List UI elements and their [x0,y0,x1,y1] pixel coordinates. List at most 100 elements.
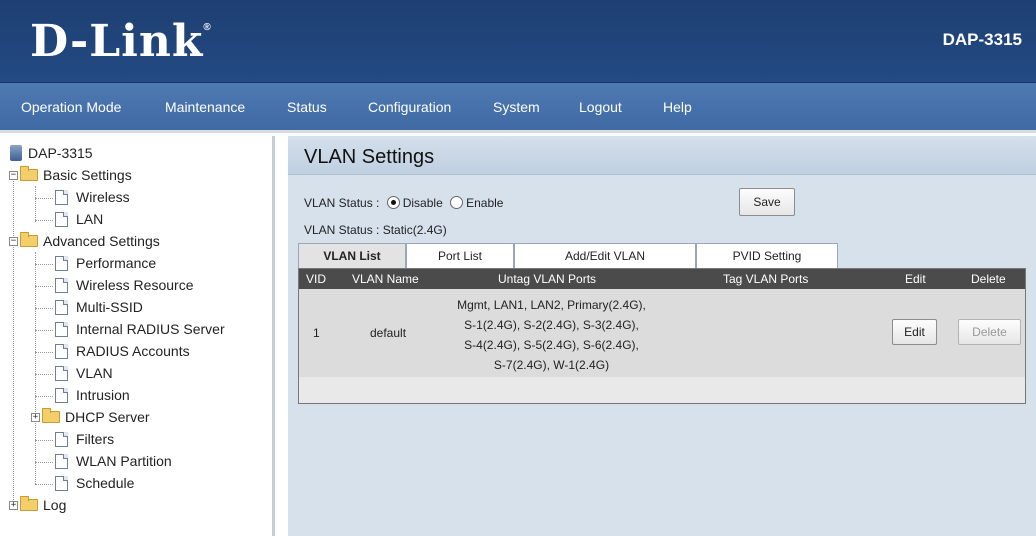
folder-open-icon [20,166,38,181]
tab-bar: VLAN List Port List Add/Edit VLAN PVID S… [298,243,838,268]
edit-button[interactable]: Edit [892,319,937,345]
dlink-logo: D-Link® [30,16,212,67]
tree-label: DAP-3315 [28,145,93,161]
vlan-status-text: VLAN Status : Static(2.4G) [304,223,447,237]
tab-vlan-list[interactable]: VLAN List [298,243,406,268]
tree-label: RADIUS Accounts [76,343,190,359]
collapse-icon[interactable]: − [9,236,18,246]
vlan-status-label: VLAN Status : [304,196,380,210]
tree-item-basic-settings[interactable]: − Basic Settings [9,165,132,185]
main-content: VLAN Settings VLAN Status : Disable Enab… [288,136,1036,536]
nav-system[interactable]: System [493,99,540,115]
col-vid: VID [306,272,327,286]
page-icon [55,431,68,447]
tree-connector [35,352,53,353]
title-bar: VLAN Settings [288,139,1036,175]
expand-icon[interactable]: + [9,500,18,510]
col-edit: Edit [905,272,926,286]
tree-label: Wireless Resource [76,277,194,293]
tree-connector [35,198,53,199]
tree-item-internal-radius-server[interactable]: Internal RADIUS Server [55,319,225,339]
port-line: S-1(2.4G), S-2(2.4G), S-3(2.4G), [464,318,639,332]
nav-operation-mode[interactable]: Operation Mode [21,99,121,115]
tree-connector [35,462,53,463]
tree-item-schedule[interactable]: Schedule [55,473,134,493]
tree-item-wireless[interactable]: Wireless [55,187,130,207]
page-icon [55,277,68,293]
tree-label: WLAN Partition [76,453,172,469]
port-line: Mgmt, LAN1, LAN2, Primary(2.4G), [457,298,646,312]
nav-help[interactable]: Help [663,99,692,115]
tree-item-dhcp-server[interactable]: + DHCP Server [31,407,150,427]
tree-label: Log [43,497,67,513]
delete-button[interactable]: Delete [958,319,1021,345]
tree-label: LAN [76,211,104,227]
tree-label: Wireless [76,189,130,205]
tree-item-wireless-resource[interactable]: Wireless Resource [55,275,193,295]
tree-connector [35,186,36,222]
tree-item-intrusion[interactable]: Intrusion [55,385,130,405]
tree-connector [35,220,53,221]
tree-label: Advanced Settings [43,233,160,249]
tree-connector [35,264,53,265]
page-icon [55,387,68,403]
enable-label[interactable]: Enable [466,196,503,210]
tree-label: DHCP Server [65,409,150,425]
tree-label: Schedule [76,475,135,491]
expand-icon[interactable]: + [31,412,40,422]
tree-connector [35,308,53,309]
sidebar-tree: DAP-3315 − Basic Settings Wireless LAN −… [0,136,275,536]
table-header: VID VLAN Name Untag VLAN Ports Tag VLAN … [299,269,1025,289]
tree-label: Internal RADIUS Server [76,321,225,337]
folder-icon [42,408,60,423]
tree-label: VLAN [76,365,113,381]
vlan-status-row: VLAN Status : Disable Enable [304,196,503,210]
device-icon [10,145,22,161]
collapse-icon[interactable]: − [9,170,18,180]
tree-connector [35,484,53,485]
tree-connector [35,286,53,287]
tree-label: Filters [76,431,115,447]
top-nav: Operation Mode Maintenance Status Config… [0,83,1036,133]
tree-connector [13,178,14,506]
tab-pvid-setting[interactable]: PVID Setting [696,243,838,268]
tree-item-multi-ssid[interactable]: Multi-SSID [55,297,143,317]
tree-item-lan[interactable]: LAN [55,209,103,229]
tab-port-list[interactable]: Port List [406,243,514,268]
save-button[interactable]: Save [739,188,795,216]
tab-add-edit-vlan[interactable]: Add/Edit VLAN [514,243,696,268]
disable-radio[interactable] [386,196,400,209]
tree-label: Multi-SSID [76,299,143,315]
tree-item-log[interactable]: + Log [9,495,66,515]
nav-status[interactable]: Status [287,99,327,115]
nav-logout[interactable]: Logout [579,99,622,115]
folder-icon [20,496,38,511]
tree-item-radius-accounts[interactable]: RADIUS Accounts [55,341,190,361]
header: D-Link® DAP-3315 [0,0,1036,83]
page-icon [55,189,68,205]
tree-item-vlan[interactable]: VLAN [55,363,113,383]
page-icon [55,475,68,491]
vlan-name-cell: default [370,326,407,340]
nav-configuration[interactable]: Configuration [368,99,451,115]
enable-radio[interactable] [450,196,464,209]
tree-connector [35,396,53,397]
page-icon [55,365,68,381]
tree-connector [35,330,53,331]
disable-label[interactable]: Disable [403,196,443,210]
table-row: 1 default Mgmt, LAN1, LAN2, Primary(2.4G… [299,289,1025,377]
tree-item-filters[interactable]: Filters [55,429,114,449]
tree-label: Performance [76,255,157,271]
col-delete: Delete [971,272,1006,286]
port-line: S-7(2.4G), W-1(2.4G) [493,358,610,372]
nav-maintenance[interactable]: Maintenance [165,99,245,115]
vlan-table: VID VLAN Name Untag VLAN Ports Tag VLAN … [298,268,1026,404]
tree-item-performance[interactable]: Performance [55,253,156,273]
folder-open-icon [20,232,38,247]
tree-item-device[interactable]: DAP-3315 [10,143,93,163]
tree-item-advanced-settings[interactable]: − Advanced Settings [9,231,160,251]
tree-label: Intrusion [76,387,130,403]
page-icon [55,321,68,337]
tree-connector [35,374,53,375]
tree-item-wlan-partition[interactable]: WLAN Partition [55,451,172,471]
